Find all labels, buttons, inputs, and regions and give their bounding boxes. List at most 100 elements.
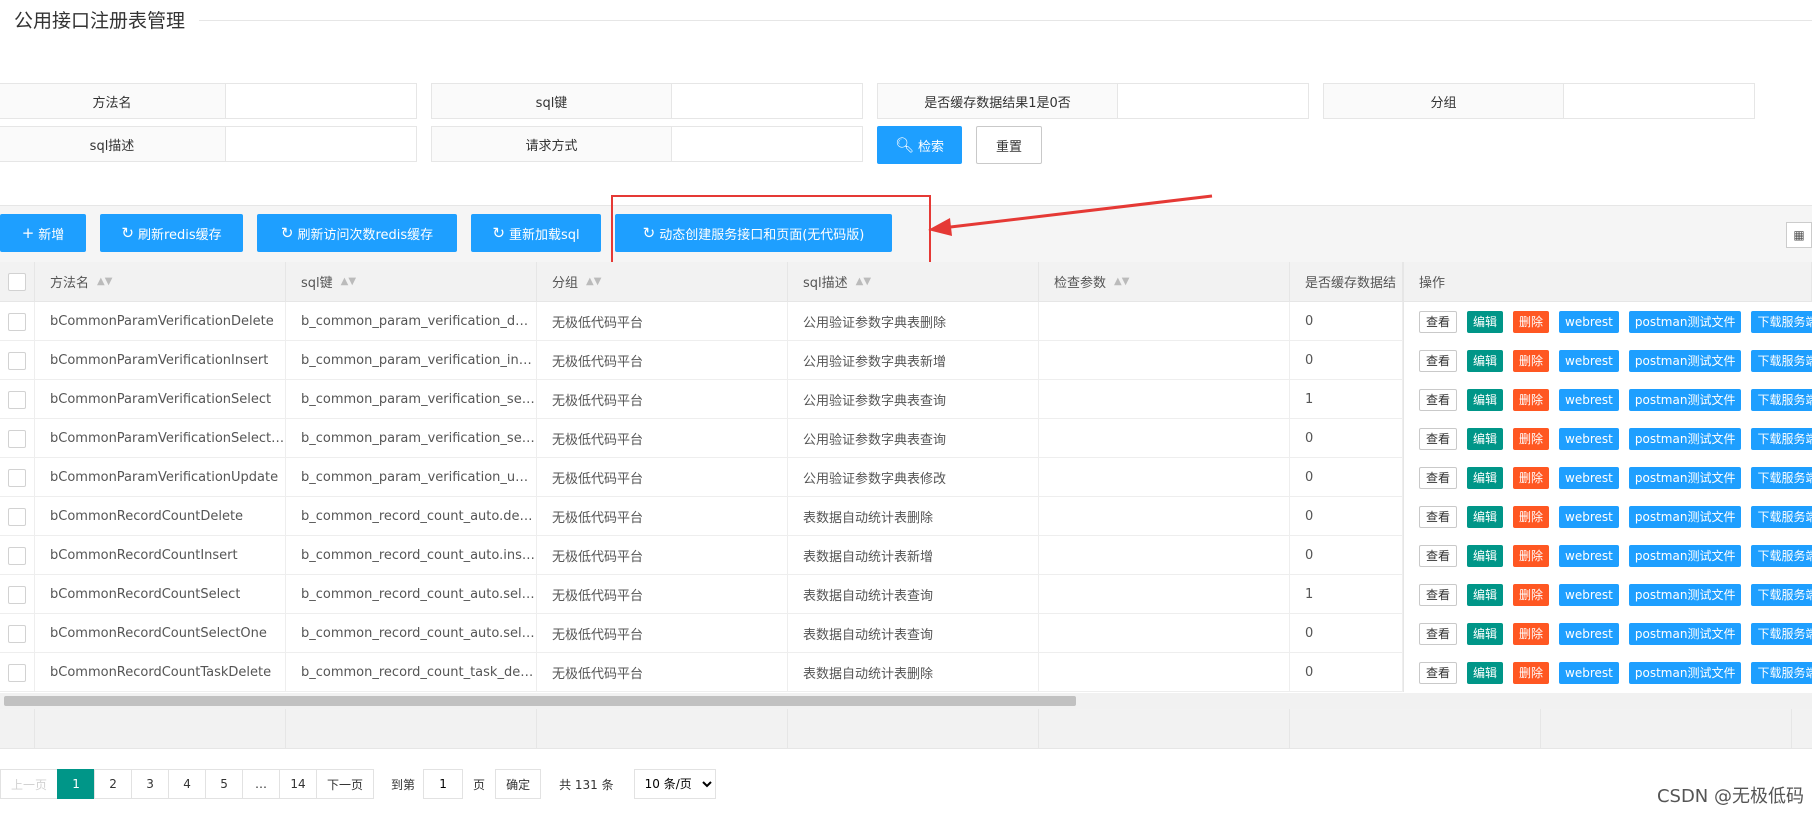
delete-button[interactable]: 删除: [1513, 544, 1550, 567]
page-button[interactable]: 2: [94, 769, 133, 799]
row-checkbox[interactable]: [8, 468, 26, 487]
sort-icon[interactable]: ▲▼: [856, 276, 871, 287]
goto-page-input[interactable]: [423, 769, 464, 799]
view-button[interactable]: 查看: [1419, 544, 1458, 567]
row-checkbox[interactable]: [8, 507, 26, 526]
goto-confirm-button[interactable]: 确定: [495, 769, 542, 799]
sort-icon[interactable]: ▲▼: [97, 276, 112, 287]
delete-button[interactable]: 删除: [1513, 505, 1550, 528]
refresh-visit-redis-button[interactable]: ↻ 刷新访问次数redis缓存: [257, 214, 457, 252]
desc-input[interactable]: [226, 127, 416, 161]
postman-button[interactable]: postman测试文件: [1628, 544, 1742, 567]
sqlkey-input[interactable]: [672, 84, 862, 118]
row-checkbox[interactable]: [8, 663, 26, 682]
row-checkbox[interactable]: [8, 585, 26, 604]
download-server-button[interactable]: 下载服务端: [1751, 388, 1812, 411]
postman-button[interactable]: postman测试文件: [1628, 388, 1742, 411]
download-server-button[interactable]: 下载服务端: [1751, 466, 1812, 489]
next-page-button[interactable]: 下一页: [316, 769, 375, 799]
view-button[interactable]: 查看: [1419, 583, 1458, 606]
method-type-input[interactable]: [672, 127, 862, 161]
delete-button[interactable]: 删除: [1513, 622, 1550, 645]
view-button[interactable]: 查看: [1419, 310, 1458, 333]
cache-input[interactable]: [1118, 84, 1308, 118]
header-group[interactable]: 分组 ▲▼: [537, 262, 788, 302]
header-method[interactable]: 方法名 ▲▼: [35, 262, 286, 302]
download-server-button[interactable]: 下载服务端: [1751, 544, 1812, 567]
view-button[interactable]: 查看: [1419, 505, 1458, 528]
edit-button[interactable]: 编辑: [1467, 583, 1504, 606]
edit-button[interactable]: 编辑: [1467, 427, 1504, 450]
download-server-button[interactable]: 下载服务端: [1751, 310, 1812, 333]
postman-button[interactable]: postman测试文件: [1628, 622, 1742, 645]
delete-button[interactable]: 删除: [1513, 388, 1550, 411]
edit-button[interactable]: 编辑: [1467, 388, 1504, 411]
webrest-button[interactable]: webrest: [1559, 349, 1619, 372]
select-all-checkbox[interactable]: [8, 272, 26, 291]
postman-button[interactable]: postman测试文件: [1628, 583, 1742, 606]
header-cache[interactable]: 是否缓存数据结: [1290, 262, 1403, 302]
delete-button[interactable]: 删除: [1513, 427, 1550, 450]
header-desc[interactable]: sql描述 ▲▼: [788, 262, 1039, 302]
header-check[interactable]: 检查参数 ▲▼: [1039, 262, 1290, 302]
page-button[interactable]: 5: [205, 769, 244, 799]
download-server-button[interactable]: 下载服务端: [1751, 349, 1812, 372]
row-checkbox[interactable]: [8, 390, 26, 409]
table-row[interactable]: bCommonRecordCountDelete b_common_record_…: [0, 497, 1812, 536]
postman-button[interactable]: postman测试文件: [1628, 427, 1742, 450]
edit-button[interactable]: 编辑: [1467, 544, 1504, 567]
view-button[interactable]: 查看: [1419, 427, 1458, 450]
download-server-button[interactable]: 下载服务端: [1751, 661, 1812, 684]
postman-button[interactable]: postman测试文件: [1628, 466, 1742, 489]
postman-button[interactable]: postman测试文件: [1628, 661, 1742, 684]
webrest-button[interactable]: webrest: [1559, 388, 1619, 411]
table-row[interactable]: bCommonRecordCountTaskDelete b_common_rec…: [0, 653, 1812, 692]
table-row[interactable]: bCommonParamVerificationSelectOne b_commo…: [0, 419, 1812, 458]
webrest-button[interactable]: webrest: [1559, 622, 1619, 645]
edit-button[interactable]: 编辑: [1467, 466, 1504, 489]
view-button[interactable]: 查看: [1419, 349, 1458, 372]
postman-button[interactable]: postman测试文件: [1628, 349, 1742, 372]
column-filter-icon[interactable]: ▦: [1786, 222, 1812, 248]
download-server-button[interactable]: 下载服务端: [1751, 583, 1812, 606]
webrest-button[interactable]: webrest: [1559, 427, 1619, 450]
edit-button[interactable]: 编辑: [1467, 661, 1504, 684]
method-input[interactable]: [226, 84, 416, 118]
reset-button[interactable]: 重置: [976, 126, 1042, 164]
view-button[interactable]: 查看: [1419, 622, 1458, 645]
sort-icon[interactable]: ▲▼: [586, 276, 601, 287]
view-button[interactable]: 查看: [1419, 388, 1458, 411]
postman-button[interactable]: postman测试文件: [1628, 310, 1742, 333]
download-server-button[interactable]: 下载服务端: [1751, 427, 1812, 450]
webrest-button[interactable]: webrest: [1559, 466, 1619, 489]
page-button[interactable]: 4: [168, 769, 207, 799]
sort-icon[interactable]: ▲▼: [1114, 276, 1129, 287]
table-row[interactable]: bCommonRecordCountInsert b_common_record_…: [0, 536, 1812, 575]
header-sqlkey[interactable]: sql键 ▲▼: [286, 262, 537, 302]
webrest-button[interactable]: webrest: [1559, 583, 1619, 606]
page-size-select[interactable]: 10 条/页: [633, 769, 716, 799]
edit-button[interactable]: 编辑: [1467, 505, 1504, 528]
page-button-last[interactable]: 14: [279, 769, 318, 799]
row-checkbox[interactable]: [8, 624, 26, 643]
page-button-current[interactable]: 1: [57, 769, 96, 799]
postman-button[interactable]: postman测试文件: [1628, 505, 1742, 528]
horizontal-scrollbar[interactable]: [0, 693, 1812, 709]
page-button[interactable]: 3: [131, 769, 170, 799]
table-row[interactable]: bCommonParamVerificationSelect b_common_p…: [0, 380, 1812, 419]
download-server-button[interactable]: 下载服务端: [1751, 622, 1812, 645]
delete-button[interactable]: 删除: [1513, 310, 1550, 333]
scrollbar-thumb[interactable]: [4, 696, 1076, 706]
view-button[interactable]: 查看: [1419, 466, 1458, 489]
edit-button[interactable]: 编辑: [1467, 349, 1504, 372]
row-checkbox[interactable]: [8, 429, 26, 448]
webrest-button[interactable]: webrest: [1559, 544, 1619, 567]
table-row[interactable]: bCommonParamVerificationDelete b_common_p…: [0, 302, 1812, 341]
download-server-button[interactable]: 下载服务端: [1751, 505, 1812, 528]
search-button[interactable]: 🔍︎ 检索: [877, 126, 962, 164]
delete-button[interactable]: 删除: [1513, 466, 1550, 489]
reload-sql-button[interactable]: ↻ 重新加载sql: [471, 214, 601, 252]
webrest-button[interactable]: webrest: [1559, 505, 1619, 528]
table-row[interactable]: bCommonParamVerificationInsert b_common_p…: [0, 341, 1812, 380]
group-input[interactable]: [1564, 84, 1754, 118]
